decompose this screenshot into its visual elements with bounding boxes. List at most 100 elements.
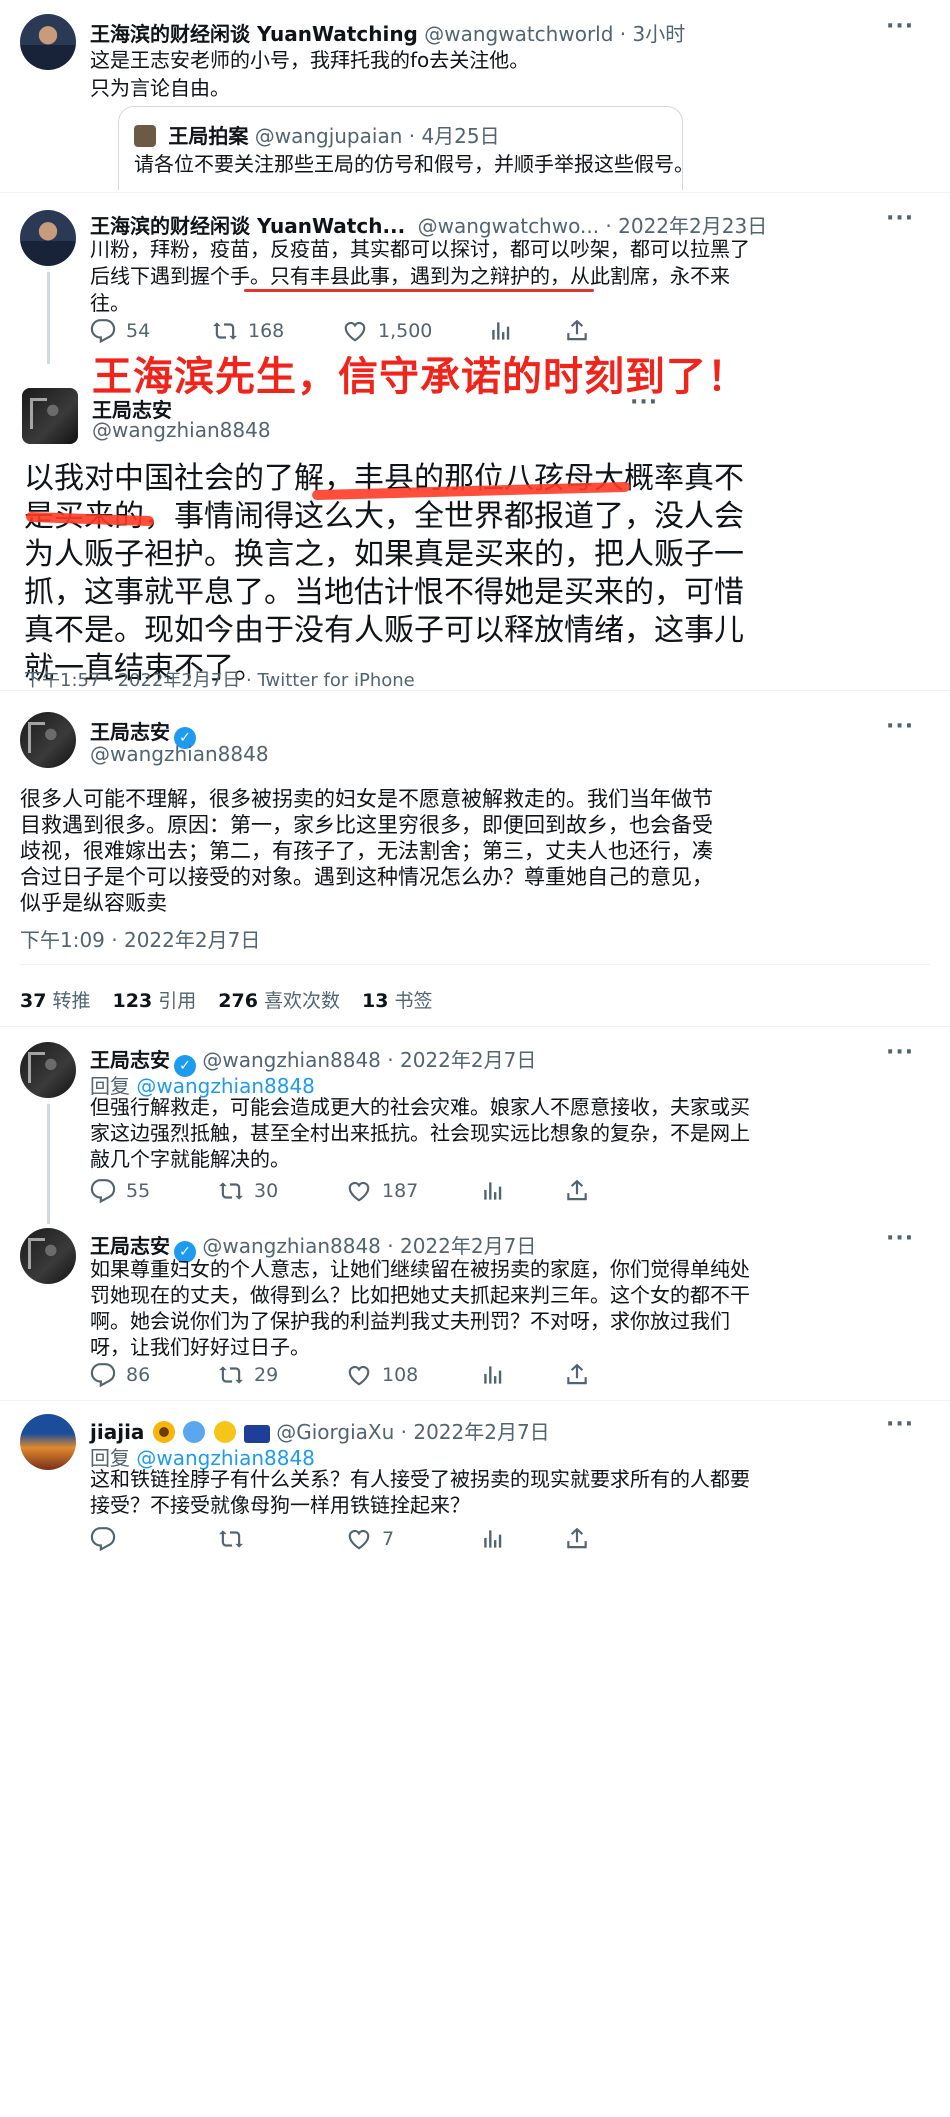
avatar[interactable]: [22, 388, 78, 444]
like-button[interactable]: 1,500: [342, 318, 432, 344]
tweet-header: 王海滨的财经闲谈 YuanWatch... @wangwatchwo... · …: [90, 210, 767, 239]
author-name[interactable]: 王海滨的财经闲谈 YuanWatch...: [90, 214, 405, 238]
thread-line: [47, 1104, 50, 1224]
author-handle[interactable]: @wangzhian8848: [202, 1048, 381, 1072]
tweet-time[interactable]: · 2022年2月7日: [401, 1420, 550, 1444]
reply-icon: [90, 1178, 116, 1204]
author-name[interactable]: jiajia: [90, 1420, 144, 1444]
retweet-button[interactable]: 168: [212, 318, 284, 344]
share-button[interactable]: [564, 1526, 590, 1552]
author-handle[interactable]: @wangwatchworld: [424, 22, 613, 46]
tweet-text: 但强行解救走，可能会造成更大的社会灾难。娘家人不愿意接收，夫家或买 家这边强烈抵…: [90, 1094, 750, 1172]
analytics-icon: [480, 1526, 506, 1552]
retweet-icon: [212, 318, 238, 344]
quoted-avatar: [134, 125, 156, 147]
tweet-text-line: 这是王志安老师的小号，我拜托我的fo去关注他。: [90, 48, 530, 72]
avatar[interactable]: [20, 210, 76, 266]
retweet-button[interactable]: [218, 1526, 244, 1552]
analytics-button[interactable]: [480, 1362, 506, 1388]
more-icon[interactable]: ···: [886, 1412, 914, 1437]
stat-retweets[interactable]: 37 转推: [20, 986, 91, 1013]
reply-icon: [90, 1526, 116, 1552]
more-icon[interactable]: ···: [630, 390, 658, 415]
tweet-text-line: 歧视，很难嫁出去；第二，有孩子了，无法割舍；第三，丈夫人也还行，凑: [20, 839, 713, 863]
avatar[interactable]: [20, 712, 76, 768]
tweet-text-line: 敲几个字就能解决的。: [90, 1147, 290, 1171]
tweet-text-line: 抓，这事就平息了。当地估计恨不得她是买来的，可惜: [24, 575, 744, 610]
stat-bookmarks[interactable]: 13 书签: [362, 986, 433, 1013]
tweet-time[interactable]: · 3小时: [620, 22, 685, 46]
avatar[interactable]: [20, 14, 76, 70]
tweet-text-line: 这和铁链拴脖子有什么关系？有人接受了被拐卖的现实就要求所有的人都要: [90, 1467, 750, 1491]
tweet-text-line: 接受？不接受就像母狗一样用铁链拴起来？: [90, 1493, 470, 1517]
avatar[interactable]: [20, 1414, 76, 1470]
tweet-text-line: 目救遇到很多。原因：第一，家乡比这里穷很多，即便回到故乡，也会备受: [20, 813, 713, 837]
reply-button[interactable]: 55: [90, 1178, 150, 1204]
blue-heart-icon: [183, 1421, 206, 1443]
like-icon: [346, 1178, 372, 1204]
author-handle[interactable]: @wangwatchwo...: [418, 214, 599, 238]
stat-quotes[interactable]: 123 引用: [113, 986, 197, 1013]
retweet-button[interactable]: 29: [218, 1362, 278, 1388]
highlighted-text: 只有丰县此事，遇到为之辩护的，从此割席，: [270, 264, 670, 288]
author-name[interactable]: 王局志安: [90, 1048, 170, 1072]
more-icon[interactable]: ···: [886, 206, 914, 231]
divider: [0, 1400, 950, 1401]
author-name[interactable]: 王局志安: [90, 1234, 170, 1258]
reply-button[interactable]: 54: [90, 318, 150, 344]
tweet-text-part: 后线下遇到握个手。: [90, 264, 270, 288]
analytics-button[interactable]: [480, 1526, 506, 1552]
analytics-button[interactable]: [480, 1178, 506, 1204]
like-count: 108: [382, 1364, 419, 1386]
reply-count: 54: [126, 320, 151, 342]
divider: [0, 690, 950, 691]
tweet-time[interactable]: · 2022年2月7日: [387, 1048, 536, 1072]
tweet-text-line: 为人贩子袒护。换言之，如果真是买来的，把人贩子一: [24, 537, 744, 572]
tweet-text-line: 很多人可能不理解，很多被拐卖的妇女是不愿意被解救走的。我们当年做节: [20, 787, 713, 811]
reply-button[interactable]: 86: [90, 1362, 150, 1388]
share-button[interactable]: [564, 1178, 590, 1204]
tweet-header: 王海滨的财经闲谈 YuanWatching @wangwatchworld · …: [90, 18, 685, 47]
reply-count: 86: [126, 1364, 151, 1386]
retweet-button[interactable]: 30: [218, 1178, 278, 1204]
more-icon[interactable]: ···: [886, 1226, 914, 1251]
more-icon[interactable]: ···: [886, 714, 914, 739]
tweet-text: 这和铁链拴脖子有什么关系？有人接受了被拐卖的现实就要求所有的人都要 接受？不接受…: [90, 1466, 750, 1518]
divider: [0, 192, 950, 193]
author-handle[interactable]: @wangzhian8848: [92, 418, 271, 442]
stat-number: 276: [218, 990, 258, 1012]
reply-button[interactable]: [90, 1526, 116, 1552]
tweet-text-line: 呀，让我们好好过日子。: [90, 1335, 310, 1359]
tweet-text: 川粉，拜粉，疫苗，反疫苗，其实都可以探讨，都可以吵架，都可以拉黑了 后线下遇到握…: [90, 236, 750, 317]
share-button[interactable]: [564, 1362, 590, 1388]
tweet-text-line: 似乎是纵容贩卖: [20, 891, 167, 915]
stat-number: 123: [112, 990, 153, 1012]
tweet-meta[interactable]: 下午1:57 · 2022年2月7日 · Twitter for iPhone: [24, 666, 415, 692]
author-handle[interactable]: @GiorgiaXu: [276, 1420, 394, 1444]
author-handle[interactable]: @wangzhian8848: [202, 1234, 381, 1258]
tweet-text-line: 只为言论自由。: [90, 76, 230, 100]
divider: [20, 964, 930, 965]
more-icon[interactable]: ···: [886, 1040, 914, 1065]
analytics-button[interactable]: [488, 318, 514, 344]
retweet-count: 29: [254, 1364, 279, 1386]
divider: [0, 1026, 950, 1027]
author-handle[interactable]: @wangzhian8848: [90, 742, 269, 766]
like-button[interactable]: 108: [346, 1362, 418, 1388]
avatar[interactable]: [20, 1042, 76, 1098]
more-icon[interactable]: ···: [886, 14, 914, 39]
share-button[interactable]: [564, 318, 590, 344]
sunflower-icon: [152, 1421, 175, 1443]
tweet-time[interactable]: · 2022年2月23日: [605, 214, 767, 238]
author-name[interactable]: 王局志安: [90, 720, 170, 744]
like-count: 1,500: [378, 320, 433, 342]
author-name[interactable]: 王海滨的财经闲谈 YuanWatching: [90, 22, 418, 46]
like-button[interactable]: 7: [346, 1526, 394, 1552]
tweet-meta[interactable]: 下午1:09 · 2022年2月7日: [20, 924, 260, 953]
stat-likes[interactable]: 276 喜欢次数: [218, 986, 340, 1013]
stat-label: 喜欢次数: [263, 990, 340, 1012]
tweet-text-part: 永不来: [670, 264, 730, 288]
avatar[interactable]: [20, 1228, 76, 1284]
tweet-time[interactable]: · 2022年2月7日: [387, 1234, 536, 1258]
like-button[interactable]: 187: [346, 1178, 418, 1204]
